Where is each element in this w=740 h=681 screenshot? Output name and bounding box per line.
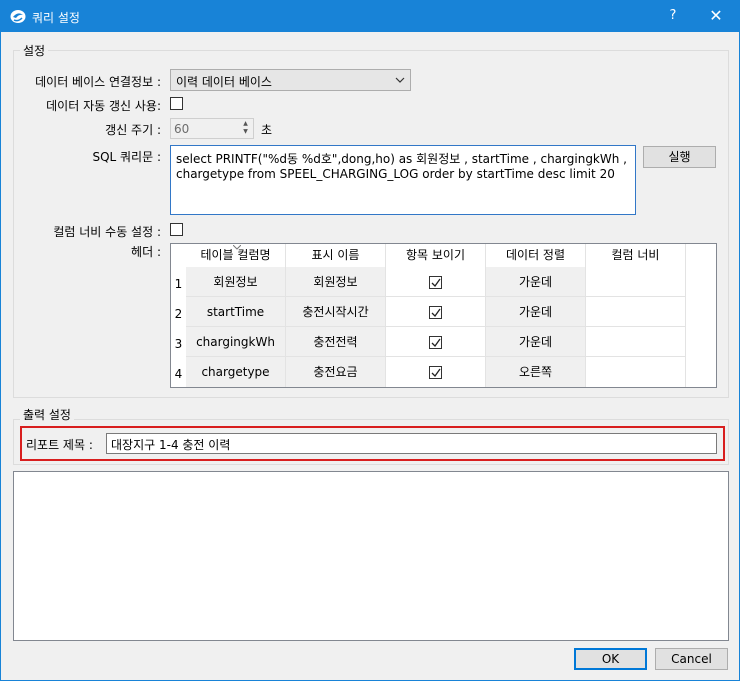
auto-refresh-label: 데이터 자동 갱신 사용: (46, 99, 161, 113)
visible-checkbox[interactable] (429, 276, 442, 289)
run-button[interactable]: 실행 (643, 146, 716, 168)
table-cell[interactable]: 충전시작시간 (286, 297, 386, 327)
refresh-period-stepper[interactable]: 60 ▲ ▼ (170, 118, 254, 139)
visible-checkbox[interactable] (429, 306, 442, 319)
chevron-down-icon[interactable]: ▼ (239, 128, 252, 136)
row-number: 1 (174, 277, 183, 291)
table-cell[interactable]: 회원정보 (186, 267, 286, 297)
table-cell[interactable] (386, 357, 486, 387)
close-button[interactable]: ✕ (702, 5, 730, 27)
db-connection-value: 이력 데이터 베이스 (176, 75, 272, 89)
header-grid[interactable]: 테이블 컬럼명 표시 이름 항목 보이기 데이터 정렬 컬럼 너비 1 회원정보… (170, 243, 717, 388)
table-cell[interactable]: startTime (186, 297, 286, 327)
table-cell[interactable] (386, 327, 486, 357)
chevron-up-icon[interactable]: ▲ (239, 120, 252, 128)
title-bar: 쿼리 설정 ? ✕ (1, 1, 739, 32)
sort-arrow-icon (233, 245, 241, 250)
table-cell[interactable]: chargetype (186, 357, 286, 387)
help-button[interactable]: ? (661, 5, 685, 27)
table-cell[interactable]: 가운데 (486, 327, 586, 357)
refresh-period-value: 60 (174, 122, 190, 136)
db-connection-select[interactable]: 이력 데이터 베이스 (170, 69, 411, 91)
row-number: 2 (174, 307, 183, 321)
table-cell[interactable] (586, 357, 686, 387)
sql-query-input[interactable]: select PRINTF("%d동 %d호",dong,ho) as 회원정보… (170, 145, 636, 215)
check-icon (431, 308, 441, 318)
table-cell[interactable]: 충전전력 (286, 327, 386, 357)
table-cell[interactable] (586, 297, 686, 327)
table-cell[interactable] (586, 327, 686, 357)
table-cell[interactable]: 오른쪽 (486, 357, 586, 387)
ok-button[interactable]: OK (574, 648, 647, 670)
row-number: 4 (174, 367, 183, 381)
check-icon (431, 278, 441, 288)
grid-header-visible[interactable]: 항목 보이기 (386, 244, 486, 268)
grid-header-width[interactable]: 컬럼 너비 (586, 244, 686, 268)
table-cell[interactable]: 가운데 (486, 267, 586, 297)
row-number: 3 (174, 337, 183, 351)
table-cell[interactable]: 회원정보 (286, 267, 386, 297)
manual-width-checkbox[interactable] (170, 223, 183, 236)
stepper-buttons[interactable]: ▲ ▼ (239, 120, 252, 137)
table-cell[interactable]: chargingkWh (186, 327, 286, 357)
header-label: 헤더 : (131, 245, 161, 259)
report-title-label: 리포트 제목 : (26, 438, 93, 452)
manual-width-label: 컬럼 너비 수동 설정 : (53, 225, 161, 239)
window-title: 쿼리 설정 (32, 11, 80, 25)
chevron-down-icon (395, 77, 405, 83)
grid-header-align[interactable]: 데이터 정렬 (486, 244, 586, 268)
refresh-period-unit: 초 (261, 123, 273, 137)
query-settings-dialog: 쿼리 설정 ? ✕ 설정 데이터 베이스 연결정보 : 이력 데이터 베이스 데… (0, 0, 740, 681)
output-preview-area[interactable] (13, 471, 729, 641)
app-icon (10, 10, 26, 23)
table-cell[interactable]: 충전요금 (286, 357, 386, 387)
report-title-input[interactable]: 대장지구 1-4 충전 이력 (106, 433, 717, 454)
refresh-period-label: 갱신 주기 : (105, 123, 161, 137)
visible-checkbox[interactable] (429, 366, 442, 379)
check-icon (431, 368, 441, 378)
check-icon (431, 338, 441, 348)
output-group-label: 출력 설정 (20, 406, 74, 423)
visible-checkbox[interactable] (429, 336, 442, 349)
table-cell[interactable] (386, 267, 486, 297)
cancel-button[interactable]: Cancel (655, 648, 728, 670)
table-cell[interactable] (586, 267, 686, 297)
auto-refresh-checkbox[interactable] (170, 97, 183, 110)
sql-query-label: SQL 쿼리문 : (92, 150, 161, 164)
table-cell[interactable]: 가운데 (486, 297, 586, 327)
settings-group-label: 설정 (20, 42, 49, 59)
grid-header-display[interactable]: 표시 이름 (286, 244, 386, 268)
db-connection-label: 데이터 베이스 연결정보 : (35, 75, 161, 89)
table-cell[interactable] (386, 297, 486, 327)
